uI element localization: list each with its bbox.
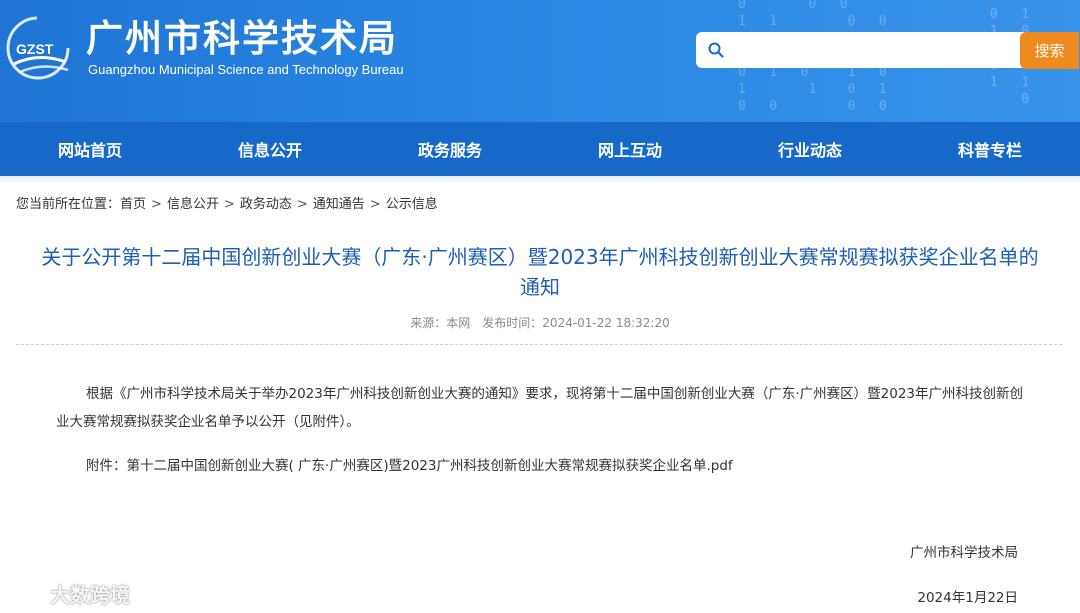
site-subtitle: Guangzhou Municipal Science and Technolo… (88, 62, 404, 77)
breadcrumb-separator: > (369, 197, 381, 212)
breadcrumb-item-home[interactable]: 首页 (120, 197, 146, 212)
signature: 广州市科学技术局 (910, 545, 1018, 561)
breadcrumb-item-notices[interactable]: 通知通告 (313, 197, 365, 212)
breadcrumb-item-info-disclosure[interactable]: 信息公开 (167, 197, 219, 212)
breadcrumb: 您当前所在位置：首页 > 信息公开 > 政务动态 > 通知通告 > 公示信息 (16, 196, 438, 214)
nav-item-info-disclosure[interactable]: 信息公开 (180, 122, 360, 176)
source-value: 本网 (446, 316, 471, 330)
breadcrumb-item-public-info[interactable]: 公示信息 (386, 197, 438, 212)
watermark: 大数跨境 (10, 578, 130, 608)
breadcrumb-separator: > (223, 197, 235, 212)
main-nav: 网站首页 信息公开 政务服务 网上互动 行业动态 科普专栏 (0, 122, 1080, 176)
gzst-logo-icon: GZST (6, 16, 70, 80)
article-paragraph: 根据《广州市科学技术局关于举办2023年广州科技创新创业大赛的通知》要求，现将第… (56, 386, 1024, 430)
search-input[interactable] (732, 38, 1016, 64)
breadcrumb-separator: > (296, 197, 308, 212)
watermark-text: 大数跨境 (50, 582, 130, 607)
site-title: 广州市科学技术局 (86, 17, 398, 60)
article-title: 关于公开第十二届中国创新创业大赛（广东·广州赛区）暨2023年广州科技创新创业大… (41, 245, 1039, 299)
breadcrumb-separator: > (151, 197, 162, 212)
nav-item-government-services[interactable]: 政务服务 (360, 122, 540, 176)
attachment-line: 附件：第十二届中国创新创业大赛( 广东·广州赛区)暨2023广州科技创新创业大赛… (86, 452, 1056, 480)
breadcrumb-item-government-news[interactable]: 政务动态 (240, 197, 292, 212)
search-box (696, 32, 1056, 68)
nav-item-home[interactable]: 网站首页 (0, 122, 180, 176)
logo-text: GZST (16, 41, 54, 57)
source-label: 来源： (410, 316, 447, 330)
publish-time-value: 2024-01-22 18:32:20 (542, 316, 670, 330)
site-header: 0 0 0 1 1 0 0 0 1 1 0 1 0 0 1 0 1 0 1 0 … (0, 0, 1080, 122)
breadcrumb-prefix: 您当前所在位置： (16, 197, 121, 212)
nav-shadow (0, 176, 1080, 184)
attachment-link[interactable]: 第十二届中国创新创业大赛( 广东·广州赛区)暨2023广州科技创新创业大赛常规赛… (127, 458, 733, 474)
signature-date: 2024年1月22日 (917, 590, 1018, 606)
watermark-logo-icon (10, 582, 49, 603)
publish-time-label: 发布时间： (482, 316, 543, 330)
attachment-label: 附件： (86, 458, 127, 474)
nav-item-science-column[interactable]: 科普专栏 (900, 122, 1080, 176)
search-icon (708, 42, 724, 58)
article-meta: 来源：本网 发布时间：2024-01-22 18:32:20 (0, 314, 1080, 332)
nav-item-industry-news[interactable]: 行业动态 (720, 122, 900, 176)
search-button[interactable]: 搜索 (1020, 32, 1079, 69)
divider (16, 344, 1062, 345)
nav-item-online-interaction[interactable]: 网上互动 (540, 122, 720, 176)
